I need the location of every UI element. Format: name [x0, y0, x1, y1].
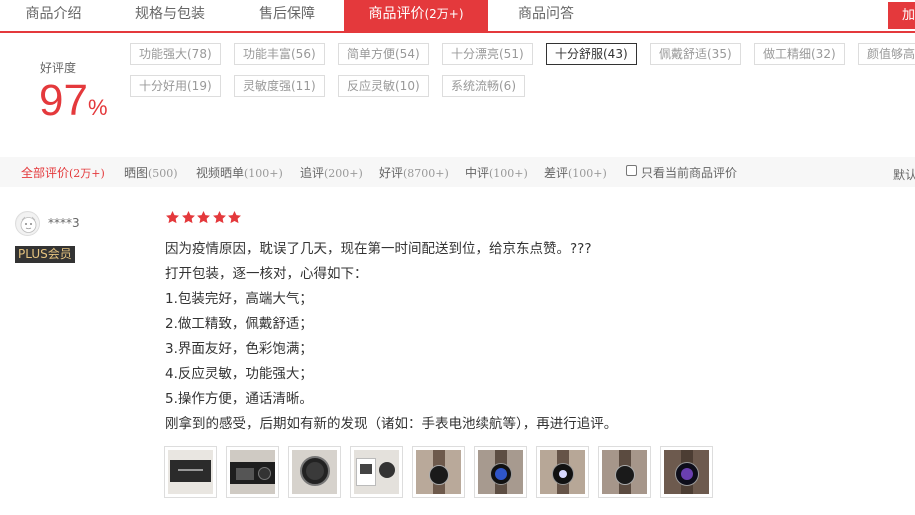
review-photo-thumb[interactable]: [288, 446, 341, 498]
star-icon: [212, 210, 226, 224]
add-to-cart-button[interactable]: 加入购物车: [888, 2, 915, 29]
rating-label: 好评度: [40, 61, 77, 75]
star-icon: [197, 210, 210, 224]
filter-count: (200+): [324, 167, 363, 180]
review-tag-selected[interactable]: 十分舒服(43): [546, 43, 637, 65]
watch-wrist-photo: [416, 450, 461, 494]
filter-followup[interactable]: 追评(200+): [300, 164, 363, 181]
review-line: 3.界面友好，色彩饱满；: [165, 341, 313, 357]
sort-dropdown[interactable]: 默认: [893, 166, 915, 183]
rating-number: 97: [39, 76, 88, 125]
filter-count: (100+): [489, 167, 528, 180]
filter-count: (100+): [568, 167, 607, 180]
review-tag[interactable]: 做工精细(32): [754, 43, 845, 65]
review-content: 因为疫情原因，耽误了几天，现在第一时间配送到位，给京东点赞。??? 打开包装，逐…: [165, 239, 865, 439]
review-tag[interactable]: 功能强大(78): [130, 43, 221, 65]
watch-screen-photo: [540, 450, 585, 494]
filter-label: 差评: [544, 166, 569, 180]
filter-count: (2万+): [69, 167, 105, 180]
review-line: 1.包装完好，高端大气；: [165, 291, 313, 307]
tab-label: 售后保障: [259, 6, 315, 22]
filter-positive[interactable]: 好评(8700+): [379, 164, 449, 181]
review-tag[interactable]: 系统流畅(6): [442, 75, 525, 97]
filter-count: (500): [148, 167, 178, 180]
tab-product-intro[interactable]: 商品介绍: [0, 0, 107, 31]
tab-count: (2万+): [424, 7, 464, 21]
filter-video[interactable]: 视频晒单(100+): [196, 164, 283, 181]
review-tag[interactable]: 灵敏度强(11): [234, 75, 325, 97]
review-photo-thumb[interactable]: [226, 446, 279, 498]
review-photo-thumb[interactable]: [598, 446, 651, 498]
tab-qa[interactable]: 商品问答: [492, 0, 600, 31]
star-icon: [166, 210, 179, 224]
avatar-face-icon: [16, 212, 39, 235]
review-photo-thumb[interactable]: [350, 446, 403, 498]
filter-label: 好评: [379, 166, 404, 180]
only-current-label: 只看当前商品评价: [641, 166, 738, 180]
product-tabbar: 商品介绍 规格与包装 售后保障 商品评价(2万+) 商品问答 加入购物车: [0, 0, 915, 33]
filter-label: 视频晒单: [196, 166, 245, 180]
review-photo-thumb[interactable]: [536, 446, 589, 498]
review-tag[interactable]: 佩戴舒适(35): [650, 43, 741, 65]
review-tag[interactable]: 反应灵敏(10): [338, 75, 429, 97]
review-username[interactable]: ****3: [48, 216, 80, 230]
tab-reviews[interactable]: 商品评价(2万+): [344, 0, 488, 31]
tab-label: 规格与包装: [135, 6, 205, 22]
filter-label: 晒图: [124, 166, 149, 180]
review-photo-thumb[interactable]: [164, 446, 217, 498]
review-line: 5.操作方便，通话清晰。: [165, 391, 313, 407]
review-line: 4.反应灵敏，功能强大；: [165, 366, 313, 382]
star-icon: [181, 210, 195, 224]
watch-screen-photo: [664, 450, 709, 494]
filter-count: (100+): [244, 167, 283, 180]
review-tag[interactable]: 十分漂亮(51): [442, 43, 533, 65]
review-filter-bar: 全部评价(2万+) 晒图(500) 视频晒单(100+) 追评(200+) 好评…: [0, 157, 915, 187]
review-line: 刚拿到的感受，后期如有新的发现（诸如：手表电池续航等），再进行追评。: [165, 416, 618, 432]
filter-label: 全部评价: [21, 166, 70, 180]
watch-screen-photo: [478, 450, 523, 494]
review-tag[interactable]: 功能丰富(56): [234, 43, 325, 65]
tab-label: 商品评价: [368, 6, 425, 22]
filter-label: 追评: [300, 166, 325, 180]
avatar: [15, 211, 40, 236]
review-photo-thumb[interactable]: [474, 446, 527, 498]
tab-specs[interactable]: 规格与包装: [116, 0, 224, 31]
review-line: 因为疫情原因，耽误了几天，现在第一时间配送到位，给京东点赞。???: [165, 241, 592, 257]
review-stars: [165, 210, 243, 228]
box-photo: [168, 450, 213, 494]
tab-label: 商品问答: [518, 6, 574, 22]
review-photo-thumb[interactable]: [660, 446, 713, 498]
review-line: 打开包装，逐一核对，心得如下：: [165, 266, 368, 282]
review-photo-thumb[interactable]: [412, 446, 465, 498]
filter-label: 中评: [465, 166, 490, 180]
plus-member-badge: PLUS会员: [15, 246, 75, 263]
unboxed-photo: [354, 450, 399, 494]
only-current-checkbox[interactable]: [626, 165, 637, 176]
review-line: 2.做工精致，佩戴舒适；: [165, 316, 313, 332]
review-tag[interactable]: 颜值够高: [858, 43, 915, 65]
tab-label: 商品介绍: [25, 6, 82, 22]
box-open-photo: [230, 450, 275, 494]
rating-unit: %: [87, 95, 108, 120]
tab-after-sales[interactable]: 售后保障: [233, 0, 341, 31]
watch-wrist-photo: [602, 450, 647, 494]
review-tag[interactable]: 简单方便(54): [338, 43, 429, 65]
rating-value: 97%: [39, 76, 108, 126]
filter-count: (8700+): [403, 167, 449, 180]
star-icon: [228, 210, 241, 224]
watch-face-photo: [292, 450, 337, 494]
filter-all[interactable]: 全部评价(2万+): [21, 164, 105, 181]
review-tag[interactable]: 十分好用(19): [130, 75, 221, 97]
filter-negative[interactable]: 差评(100+): [544, 164, 607, 181]
filter-neutral[interactable]: 中评(100+): [465, 164, 528, 181]
filter-photos[interactable]: 晒图(500): [124, 164, 178, 181]
